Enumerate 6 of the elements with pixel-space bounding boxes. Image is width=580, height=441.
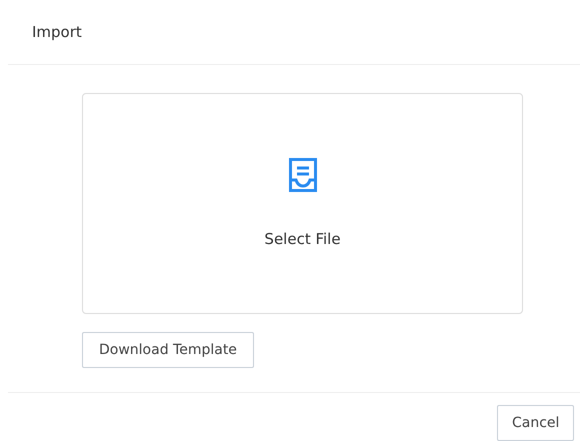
select-file-label: Select File — [264, 230, 341, 248]
dialog-title: Import — [32, 23, 82, 42]
file-tray-icon — [288, 158, 316, 192]
download-template-button[interactable]: Download Template — [82, 332, 254, 368]
cancel-button[interactable]: Cancel — [497, 405, 574, 441]
file-drop-area[interactable]: Select File — [82, 93, 523, 314]
